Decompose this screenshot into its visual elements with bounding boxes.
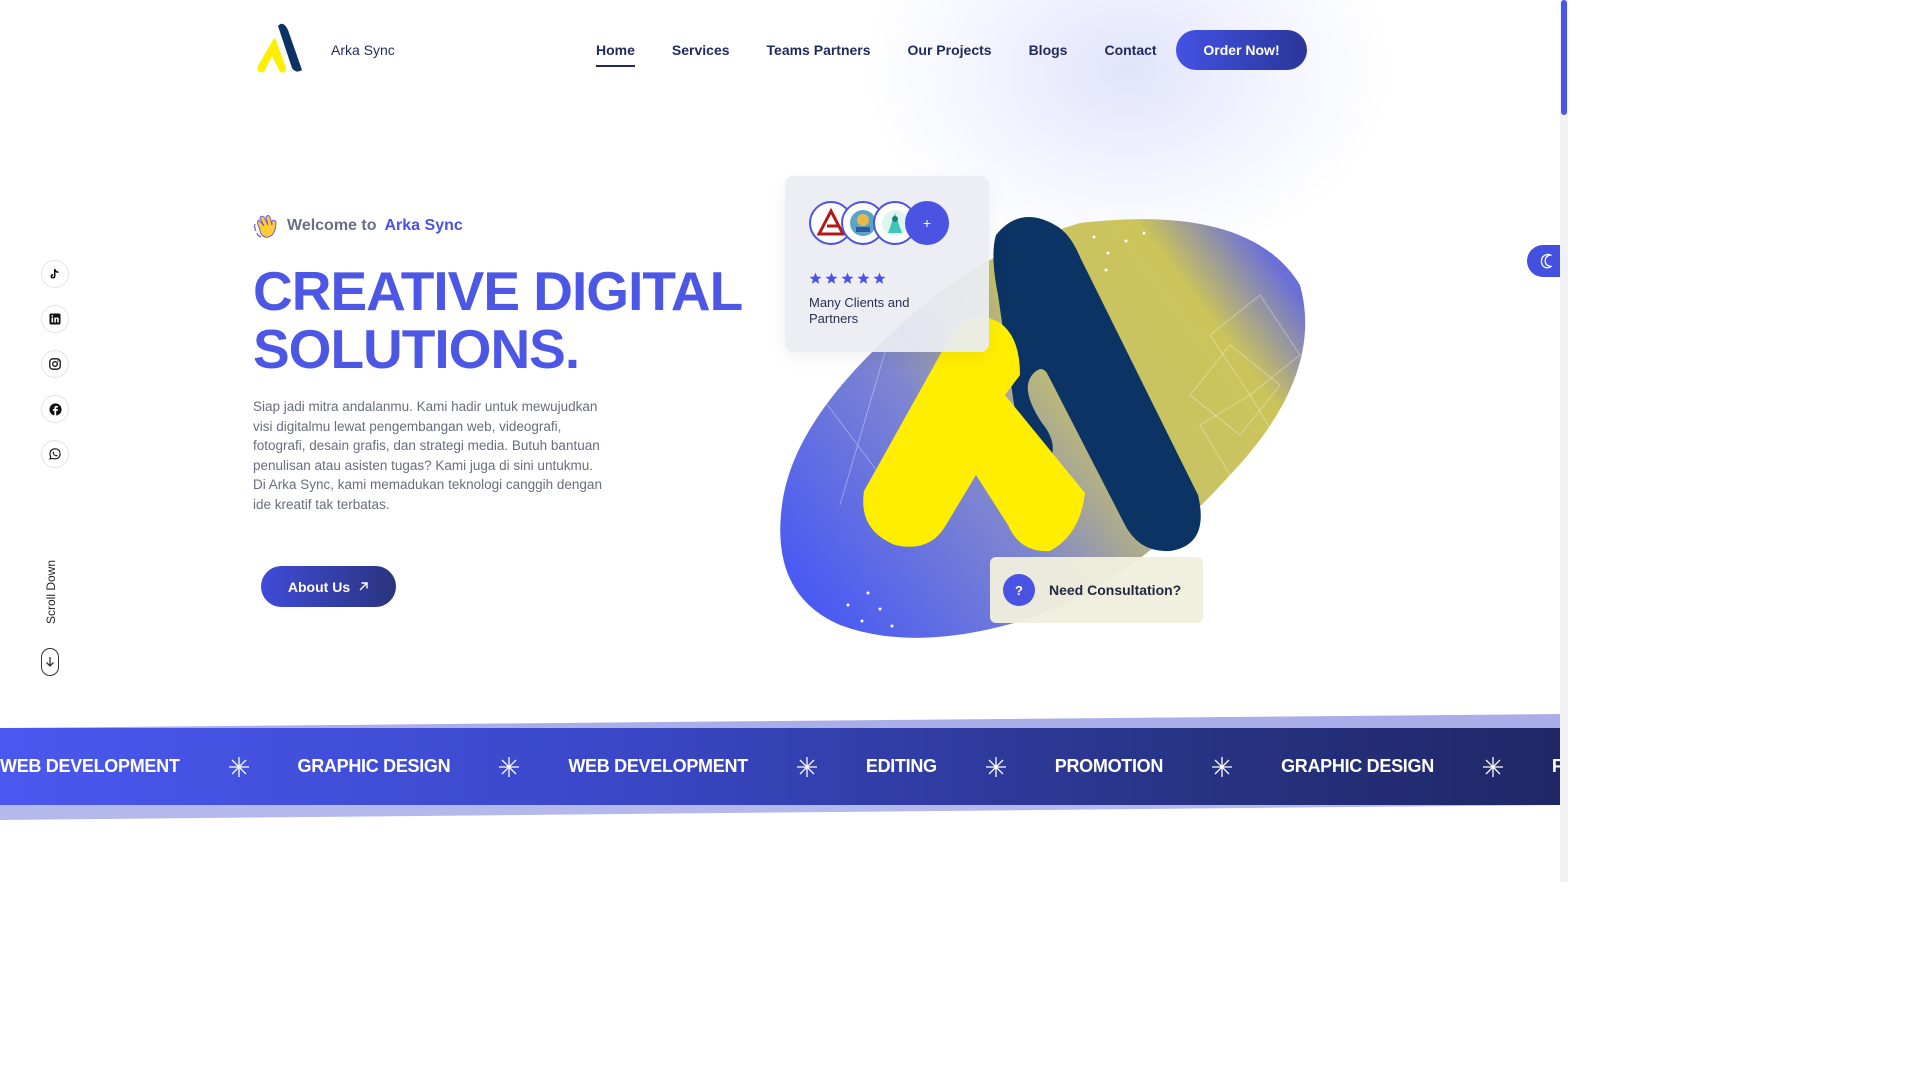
headline-line-2: SOLUTIONS. [253, 318, 580, 380]
welcome-brand: Arka Sync [384, 217, 463, 234]
nav-blogs[interactable]: Blogs [1029, 42, 1068, 64]
tiktok-icon[interactable] [41, 260, 69, 288]
question-icon: ? [1003, 574, 1035, 606]
page-scrollbar[interactable] [1560, 0, 1568, 882]
nav-home[interactable]: Home [596, 42, 635, 67]
brand-name: Arka Sync [331, 42, 395, 58]
sparkle-icon [985, 756, 1006, 777]
about-us-label: About Us [287, 578, 351, 595]
about-us-button[interactable]: About Us [261, 566, 396, 607]
rating-stars [809, 272, 886, 285]
star-icon [873, 272, 886, 284]
sparkle-icon [796, 756, 817, 777]
scroll-down-label: Scroll Down [44, 559, 58, 624]
welcome-line: Welcome to Arka Sync [253, 212, 463, 240]
nav-our-projects[interactable]: Our Projects [908, 42, 992, 64]
consultation-button[interactable]: ? Need Consultation? [990, 557, 1203, 623]
arrow-up-right-icon [359, 582, 368, 591]
sparkle-icon [228, 756, 249, 777]
marquee-item: EDITING [865, 756, 937, 776]
sparkle-icon [499, 756, 520, 777]
whatsapp-icon[interactable] [41, 440, 69, 468]
consultation-label: Need Consultation? [1049, 582, 1182, 598]
social-links [41, 260, 69, 468]
marquee-item: GRAPHIC DESIGN [1281, 756, 1434, 776]
marquee-track: WEB DEVELOPMENT GRAPHIC DESIGN WEB DEVEL… [0, 728, 1560, 805]
more-clients-icon[interactable]: + [905, 201, 949, 245]
instagram-icon[interactable] [41, 350, 69, 378]
marquee-item: FOH C [1551, 756, 1560, 776]
marquee-item: WEB DEVELOPMENT [0, 756, 180, 776]
hero-description: Siap jadi mitra andalanmu. Kami hadir un… [253, 399, 602, 512]
order-now-button[interactable]: Order Now! [1176, 30, 1307, 70]
linkedin-icon[interactable] [41, 305, 69, 333]
services-marquee: WEB DEVELOPMENT GRAPHIC DESIGN WEB DEVEL… [0, 728, 1560, 805]
star-icon [809, 272, 822, 284]
main-nav: Home Services Teams Partners Our Project… [596, 42, 1157, 67]
headline-line-1: CREATIVE DIGITAL [253, 260, 743, 322]
welcome-prefix: Welcome to [287, 217, 377, 234]
nav-teams-partners[interactable]: Teams Partners [767, 42, 871, 64]
marquee-item: PROMOTION [1054, 756, 1164, 776]
hero-headline: CREATIVE DIGITAL SOLUTIONS. [253, 260, 743, 380]
star-icon [841, 272, 854, 284]
sparkle-icon [1482, 756, 1503, 777]
marquee-item: WEB DEVELOPMENT [568, 756, 748, 776]
moon-icon [1540, 253, 1553, 269]
scroll-down-icon[interactable] [41, 648, 59, 676]
scrollbar-thumb[interactable] [1561, 0, 1567, 115]
star-icon [825, 272, 838, 284]
clients-label: Many Clients and Partners [809, 295, 910, 326]
facebook-icon[interactable] [41, 395, 69, 423]
nav-services[interactable]: Services [672, 42, 730, 64]
star-icon [857, 272, 870, 284]
waving-hand-icon [254, 215, 277, 238]
client-avatars: + [809, 201, 959, 247]
nav-contact[interactable]: Contact [1104, 42, 1156, 64]
logo[interactable] [252, 22, 304, 74]
sparkle-icon [1212, 756, 1233, 777]
clients-card: + Many Clients and Partners [785, 176, 989, 352]
marquee-item: GRAPHIC DESIGN [297, 756, 451, 776]
